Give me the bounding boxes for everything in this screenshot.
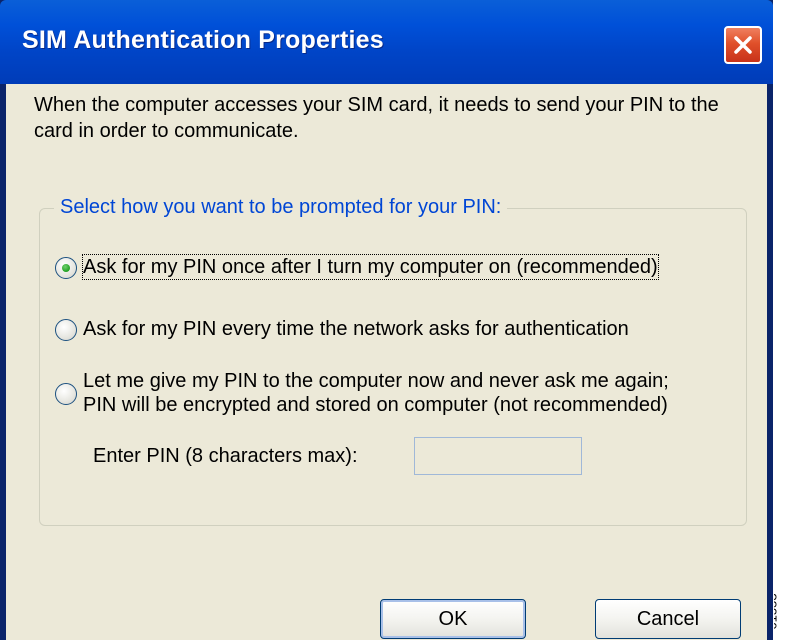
pin-input[interactable]: [414, 437, 582, 475]
option-store-pin-line2: PIN will be encrypted and stored on comp…: [83, 394, 668, 416]
close-icon: [734, 36, 752, 54]
radio-button[interactable]: [55, 383, 77, 405]
figure-id-mark: 61553: [774, 582, 787, 640]
intro-text: When the computer accesses your SIM card…: [34, 94, 719, 142]
option-ask-once-label: Ask for my PIN once after I turn my comp…: [82, 254, 659, 280]
option-ask-every-time[interactable]: Ask for my PIN every time the network as…: [55, 317, 629, 341]
close-button[interactable]: [724, 26, 762, 64]
dialog-window: SIM Authentication Properties When the c…: [0, 0, 773, 640]
figure-id-text: 61553: [774, 593, 780, 630]
option-store-pin-line1: Let me give my PIN to the computer now a…: [83, 370, 669, 392]
cancel-button[interactable]: Cancel: [595, 599, 741, 639]
title-bar[interactable]: SIM Authentication Properties: [0, 0, 773, 84]
option-store-pin[interactable]: Let me give my PIN to the computer now a…: [55, 369, 669, 417]
pin-field-label: Enter PIN (8 characters max):: [93, 445, 358, 467]
option-store-pin-label: Let me give my PIN to the computer now a…: [83, 369, 669, 417]
group-legend: Select how you want to be prompted for y…: [54, 194, 508, 220]
window-title: SIM Authentication Properties: [22, 26, 384, 54]
radio-button[interactable]: [55, 319, 77, 341]
dialog-body: When the computer accesses your SIM card…: [6, 84, 767, 640]
option-ask-every-time-label: Ask for my PIN every time the network as…: [83, 318, 629, 340]
pin-prompt-group: Select how you want to be prompted for y…: [39, 194, 747, 526]
option-ask-once[interactable]: Ask for my PIN once after I turn my comp…: [55, 254, 659, 280]
ok-button[interactable]: OK: [380, 599, 526, 639]
radio-dot-icon: [62, 264, 70, 272]
radio-button-selected[interactable]: [55, 257, 77, 279]
